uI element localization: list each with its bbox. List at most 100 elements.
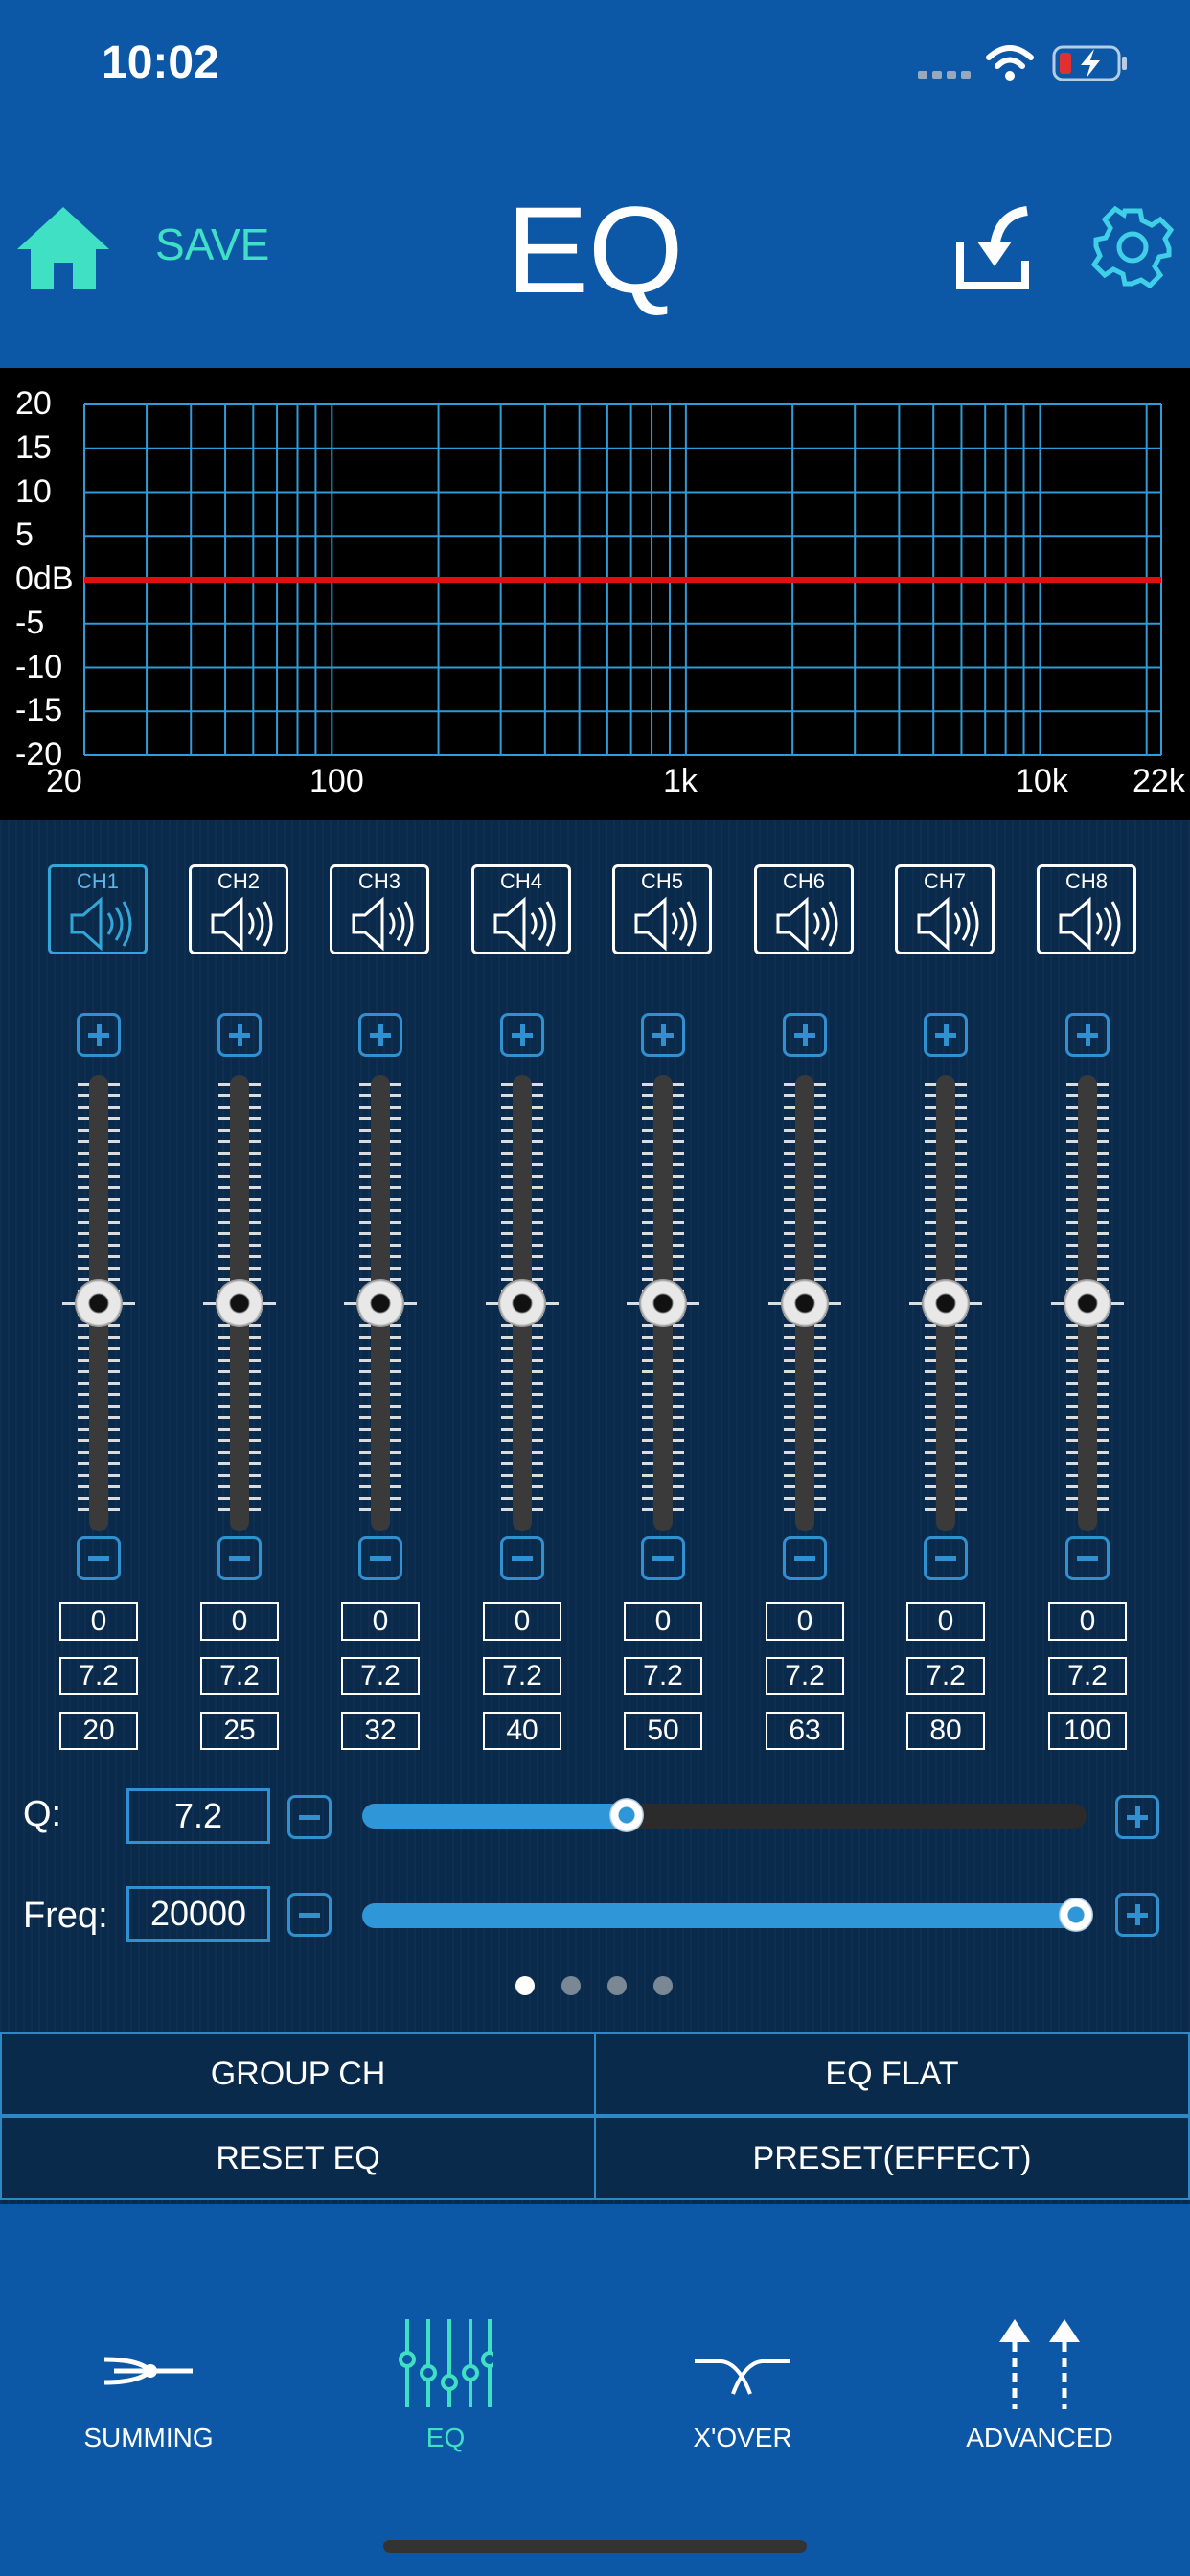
- channel-button-ch1[interactable]: CH1: [48, 864, 148, 954]
- band-plus-button[interactable]: [1065, 1013, 1110, 1057]
- channel-button-ch4[interactable]: CH4: [471, 864, 571, 954]
- band-plus-button[interactable]: [217, 1013, 262, 1057]
- channel-label: CH6: [782, 869, 825, 893]
- band-freq-value[interactable]: 50: [624, 1712, 702, 1750]
- band-q-value[interactable]: 7.2: [200, 1657, 279, 1695]
- group-ch-button[interactable]: GROUP CH: [0, 2032, 596, 2116]
- freq-minus-button[interactable]: [287, 1893, 332, 1937]
- channel-button-ch7[interactable]: CH7: [895, 864, 995, 954]
- band-q-value[interactable]: 7.2: [483, 1657, 561, 1695]
- battery-charging-icon: [1052, 45, 1127, 81]
- band-gain-thumb[interactable]: [75, 1279, 123, 1327]
- band-gain-thumb[interactable]: [781, 1279, 829, 1327]
- page-dot[interactable]: [607, 1976, 627, 1995]
- freq-plus-button[interactable]: [1115, 1893, 1159, 1937]
- page-dot[interactable]: [515, 1976, 535, 1995]
- page-dot[interactable]: [561, 1976, 581, 1995]
- q-slider[interactable]: [362, 1798, 1087, 1832]
- page-dot[interactable]: [653, 1976, 673, 1995]
- tab-crossover[interactable]: X'OVER: [594, 2310, 891, 2453]
- tab-eq[interactable]: EQ: [297, 2310, 594, 2453]
- band-plus-button[interactable]: [358, 1013, 402, 1057]
- band-minus-button[interactable]: [217, 1536, 262, 1580]
- plus-icon-v: [944, 1024, 949, 1046]
- band-freq-value[interactable]: 25: [200, 1712, 279, 1750]
- band-q-value[interactable]: 7.2: [341, 1657, 420, 1695]
- band-minus-button[interactable]: [77, 1536, 121, 1580]
- channel-label: CH2: [217, 869, 260, 893]
- freq-input[interactable]: 20000: [126, 1886, 270, 1942]
- band-q-value[interactable]: 7.2: [59, 1657, 138, 1695]
- q-slider-fill: [362, 1804, 627, 1828]
- tab-summing-label: SUMMING: [83, 2423, 214, 2452]
- band-gain-value[interactable]: 0: [483, 1602, 561, 1641]
- band-plus-button[interactable]: [500, 1013, 544, 1057]
- eq-flat-button[interactable]: EQ FLAT: [594, 2032, 1190, 2116]
- band-q-value[interactable]: 7.2: [906, 1657, 985, 1695]
- band-freq-value[interactable]: 63: [766, 1712, 844, 1750]
- q-slider-knob[interactable]: [608, 1798, 644, 1832]
- channel-label: CH1: [76, 869, 119, 893]
- band-gain-value[interactable]: 0: [341, 1602, 420, 1641]
- band-freq-value[interactable]: 100: [1048, 1712, 1127, 1750]
- eq-icon: [399, 2319, 493, 2407]
- channel-button-ch3[interactable]: CH3: [330, 864, 429, 954]
- preset-effect-button[interactable]: PRESET(EFFECT): [594, 2116, 1190, 2200]
- band-plus-button[interactable]: [924, 1013, 968, 1057]
- band-minus-button[interactable]: [358, 1536, 402, 1580]
- freq-label: Freq:: [23, 1896, 108, 1936]
- x-axis-label: 22k: [1133, 763, 1185, 799]
- q-input[interactable]: 7.2: [126, 1788, 270, 1844]
- band-q-value[interactable]: 7.2: [624, 1657, 702, 1695]
- advanced-icon: [999, 2319, 1080, 2409]
- band-gain-value[interactable]: 0: [906, 1602, 985, 1641]
- freq-slider-knob[interactable]: [1058, 1898, 1093, 1932]
- band-freq-value[interactable]: 32: [341, 1712, 420, 1750]
- band-plus-button[interactable]: [783, 1013, 827, 1057]
- band-plus-button[interactable]: [77, 1013, 121, 1057]
- tab-summing[interactable]: SUMMING: [0, 2310, 297, 2453]
- q-minus-button[interactable]: [287, 1795, 332, 1839]
- home-indicator: [383, 2540, 807, 2553]
- q-plus-button[interactable]: [1115, 1795, 1159, 1839]
- band-freq-value[interactable]: 40: [483, 1712, 561, 1750]
- channel-button-ch6[interactable]: CH6: [754, 864, 854, 954]
- band-gain-value[interactable]: 0: [1048, 1602, 1127, 1641]
- band-minus-button[interactable]: [783, 1536, 827, 1580]
- tab-crossover-label: X'OVER: [693, 2423, 792, 2452]
- channel-button-ch8[interactable]: CH8: [1037, 864, 1136, 954]
- y-axis-label: 20: [15, 385, 52, 422]
- band-gain-value[interactable]: 0: [59, 1602, 138, 1641]
- channel-button-ch2[interactable]: CH2: [189, 864, 288, 954]
- minus-icon: [299, 1815, 320, 1820]
- wifi-icon: [986, 45, 1034, 80]
- x-axis-label: 100: [309, 763, 364, 799]
- plus-icon-v: [238, 1024, 242, 1046]
- band-freq-value[interactable]: 80: [906, 1712, 985, 1750]
- band-gain-value[interactable]: 0: [200, 1602, 279, 1641]
- plus-icon-v: [1086, 1024, 1090, 1046]
- band-gain-thumb[interactable]: [216, 1279, 263, 1327]
- tab-advanced[interactable]: ADVANCED: [891, 2310, 1188, 2453]
- band-minus-button[interactable]: [924, 1536, 968, 1580]
- band-gain-thumb[interactable]: [639, 1279, 687, 1327]
- band-gain-thumb[interactable]: [498, 1279, 546, 1327]
- freq-slider[interactable]: [362, 1898, 1093, 1932]
- band-minus-button[interactable]: [641, 1536, 685, 1580]
- band-gain-value[interactable]: 0: [766, 1602, 844, 1641]
- band-q-value[interactable]: 7.2: [766, 1657, 844, 1695]
- reset-eq-button[interactable]: RESET EQ: [0, 2116, 596, 2200]
- band-gain-thumb[interactable]: [1064, 1279, 1111, 1327]
- band-q-value[interactable]: 7.2: [1048, 1657, 1127, 1695]
- band-freq-value[interactable]: 20: [59, 1712, 138, 1750]
- band-gain-thumb[interactable]: [356, 1279, 404, 1327]
- band-minus-button[interactable]: [500, 1536, 544, 1580]
- band-gain-value[interactable]: 0: [624, 1602, 702, 1641]
- band-minus-button[interactable]: [1065, 1536, 1110, 1580]
- band-gain-thumb[interactable]: [922, 1279, 970, 1327]
- settings-button[interactable]: [1090, 205, 1175, 289]
- export-button[interactable]: [954, 203, 1035, 293]
- channel-label: CH8: [1064, 869, 1108, 893]
- channel-button-ch5[interactable]: CH5: [612, 864, 712, 954]
- band-plus-button[interactable]: [641, 1013, 685, 1057]
